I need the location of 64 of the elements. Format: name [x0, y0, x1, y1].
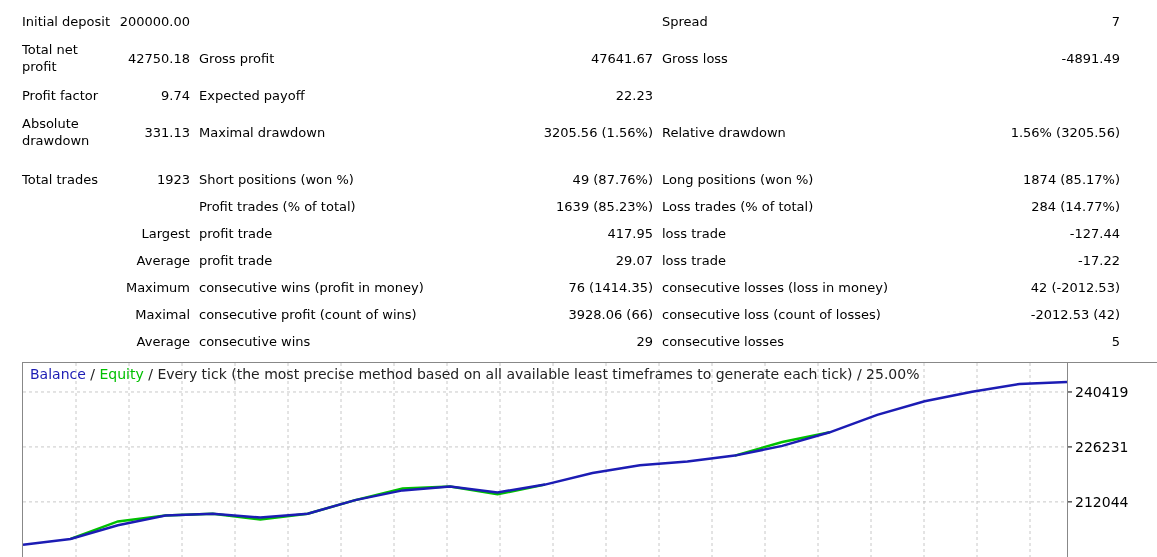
row-qualifier: Maximal: [135, 306, 190, 323]
chart-title: Every tick (the most precise method based on all available least timeframes to generate each tick) / 25.00%: [157, 366, 920, 382]
row-qualifier: Largest: [141, 225, 190, 242]
stat-label: Initial deposit: [22, 12, 111, 30]
stat-label: Profit factor: [22, 86, 99, 104]
stat-label: consecutive losses: [662, 333, 784, 350]
stat-label: Expected payoff: [199, 86, 305, 104]
stat-label: consecutive loss (count of losses): [662, 306, 881, 323]
axis-tick-label: 240419: [1075, 384, 1129, 400]
stat-value: 29.07: [615, 252, 653, 269]
stat-label: Total trades: [22, 171, 98, 188]
stat-label: Loss trades (% of total): [662, 198, 814, 215]
stat-value: -4891.49: [1061, 49, 1120, 67]
stat-value: 417.95: [607, 225, 653, 242]
stat-label: Absolute drawdown: [22, 115, 91, 149]
stat-label: Long positions (won %): [662, 171, 814, 188]
legend-separator: /: [148, 366, 153, 382]
stat-value: 9.74: [161, 86, 190, 104]
stat-label: loss trade: [662, 252, 726, 269]
stat-label: consecutive wins (profit in money): [199, 279, 424, 296]
stat-label: Total net profit: [22, 41, 79, 75]
legend-label: Equity: [99, 366, 144, 382]
stat-value: 1923: [156, 171, 190, 188]
line-series: [23, 380, 1069, 546]
axis-tick-label: 212044: [1075, 493, 1129, 510]
stat-value: 3205.56 (1.56%): [543, 123, 653, 141]
row-qualifier: Average: [136, 333, 190, 350]
stat-value: -2012.53 (42): [1030, 306, 1120, 323]
axis-tick-label: 226231: [1075, 438, 1129, 455]
stat-value: 1874 (85.17%): [1023, 171, 1120, 188]
stat-value: -127.44: [1069, 225, 1120, 242]
stat-label: profit trade: [199, 252, 273, 269]
stat-value: 1639 (85.23%): [556, 198, 653, 215]
stat-label: loss trade: [662, 225, 726, 242]
stat-value: 1.56% (3205.56): [1010, 123, 1120, 141]
stat-label: Relative drawdown: [662, 123, 786, 141]
legend-separator: /: [90, 366, 95, 382]
row-qualifier: Average: [136, 252, 190, 269]
stat-value: 200000.00: [119, 12, 190, 30]
stat-value: 331.13: [144, 123, 190, 141]
stat-value: 76 (1414.35): [568, 279, 653, 296]
legend-label: Balance: [30, 366, 86, 382]
stat-label: Profit trades (% of total): [199, 198, 356, 215]
stat-value: -17.22: [1078, 252, 1120, 269]
stat-label: consecutive wins: [199, 333, 311, 350]
stat-value: 42750.18: [127, 49, 190, 67]
stat-label: Gross loss: [662, 49, 728, 67]
stat-value: 7: [1111, 12, 1120, 30]
stat-label: Spread: [662, 12, 708, 30]
stat-label: Gross profit: [199, 49, 275, 67]
row-qualifier: Maximum: [125, 279, 190, 296]
stat-value: 5: [1111, 333, 1120, 350]
stat-value: 29: [636, 333, 653, 350]
stat-value: 47641.67: [590, 49, 653, 67]
stat-value: 42 (-2012.53): [1030, 279, 1120, 296]
stat-value: 49 (87.76%): [572, 171, 653, 188]
stat-label: Maximal drawdown: [199, 123, 326, 141]
stat-label: consecutive losses (loss in money): [662, 279, 888, 296]
stat-label: Short positions (won %): [199, 171, 354, 188]
stat-label: profit trade: [199, 225, 273, 242]
stat-label: consecutive profit (count of wins): [199, 306, 417, 323]
stat-value: 22.23: [615, 86, 653, 104]
stat-value: 3928.06 (66): [568, 306, 653, 323]
stat-value: 284 (14.77%): [1031, 198, 1120, 215]
